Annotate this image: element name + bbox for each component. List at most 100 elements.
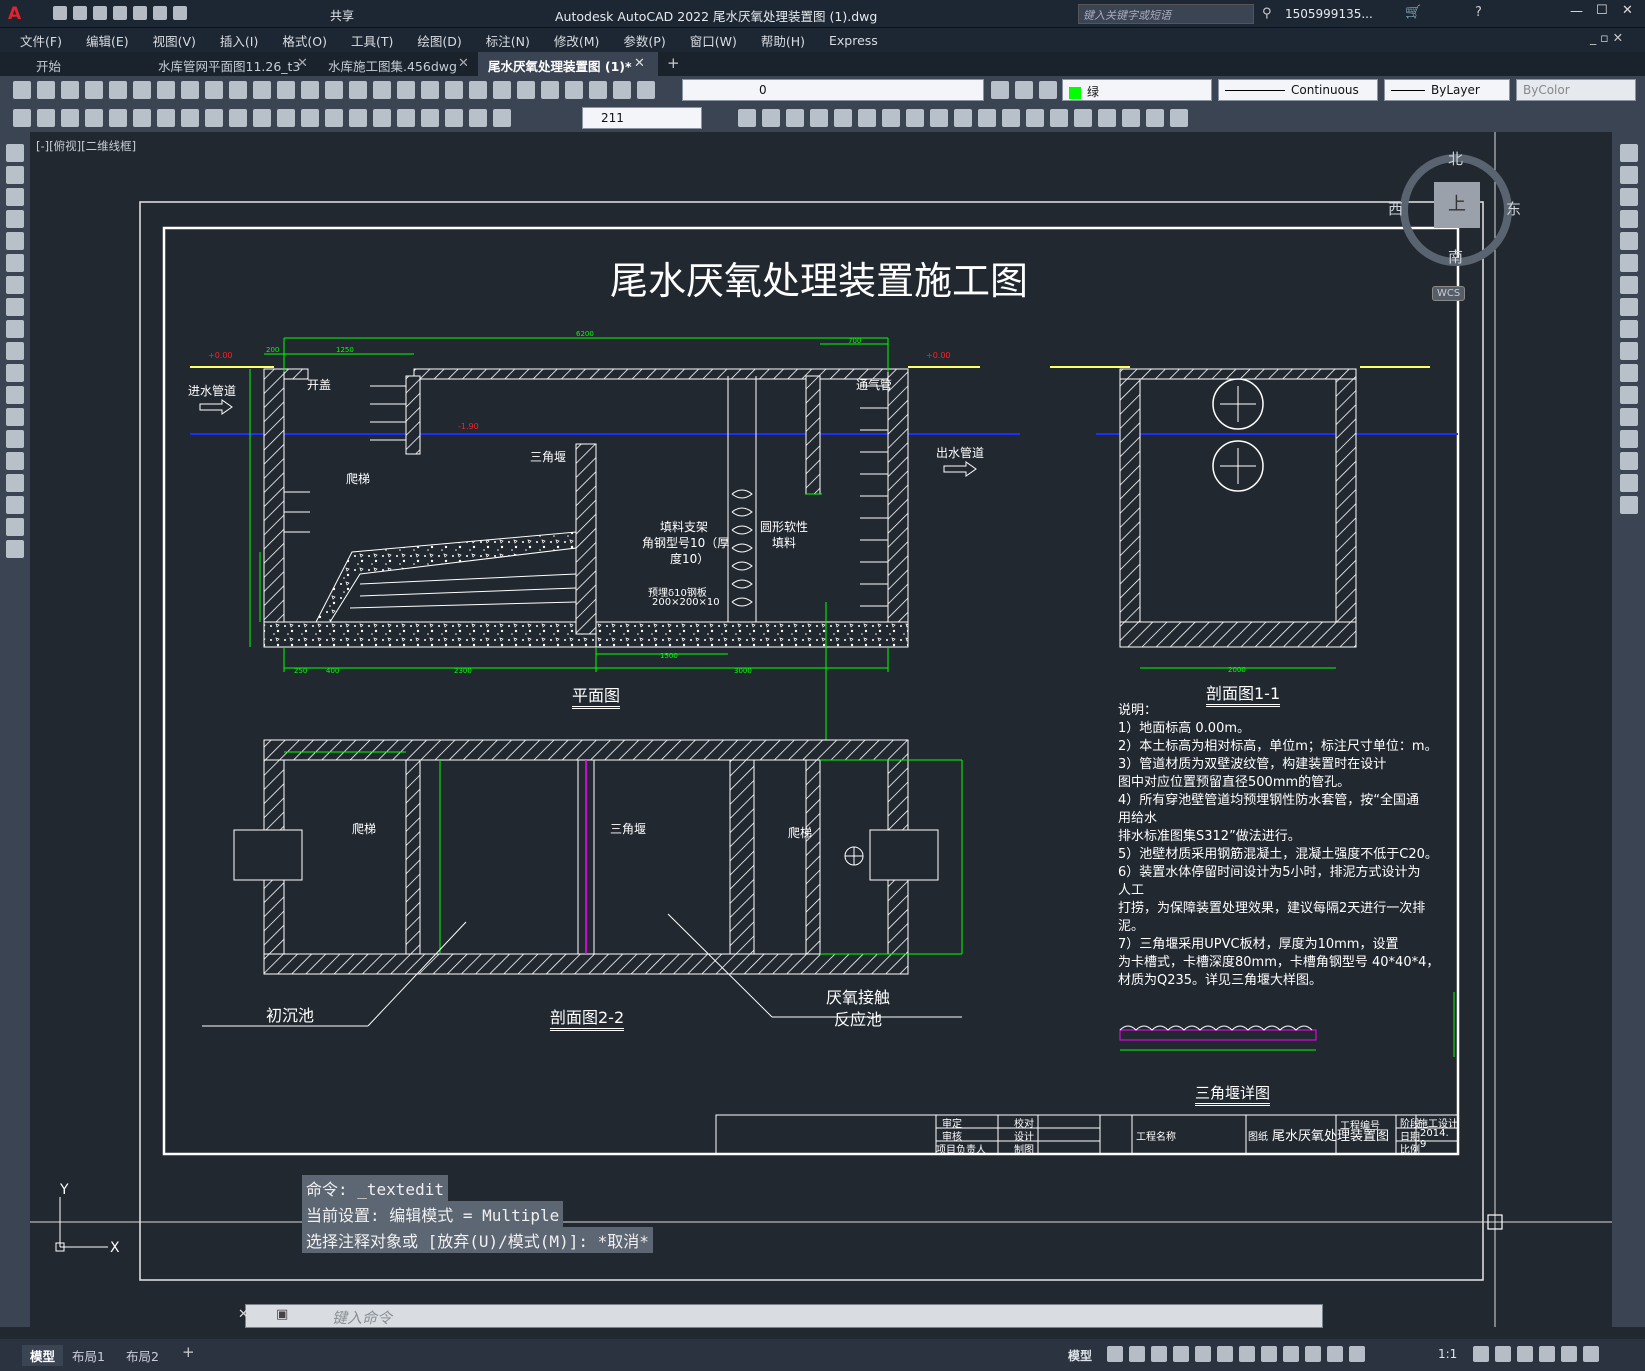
toolbar-icons-3[interactable] bbox=[735, 109, 1191, 131]
dim-total: 6200 bbox=[576, 330, 594, 338]
status-tools[interactable] bbox=[1104, 1346, 1368, 1366]
close-tab-icon[interactable]: ✕ bbox=[458, 56, 469, 71]
minimize-button[interactable]: — bbox=[1570, 4, 1583, 19]
label-filler-support3: 度10） bbox=[670, 552, 710, 566]
viewcube-north[interactable]: 北 bbox=[1448, 148, 1463, 169]
plan-title: 平面图 bbox=[572, 682, 621, 709]
viewcube-east[interactable]: 东 bbox=[1506, 198, 1521, 219]
dim-200: 200 bbox=[266, 346, 280, 354]
user-account[interactable]: 1505999135... bbox=[1285, 7, 1373, 21]
color-dropdown[interactable]: 绿 bbox=[1062, 79, 1212, 101]
window-controls[interactable]: _ ▫ ✕ bbox=[1590, 30, 1623, 45]
model-space-toggle[interactable]: 模型 bbox=[1068, 1347, 1092, 1364]
draw-tools[interactable] bbox=[6, 144, 24, 558]
layout-tab-model[interactable]: 模型 bbox=[22, 1345, 64, 1366]
label-outlet: 出水管道 bbox=[936, 446, 985, 460]
add-layout-icon[interactable]: + bbox=[182, 1343, 195, 1361]
close-icon[interactable]: ✕ bbox=[238, 1307, 249, 1322]
search-icon[interactable]: ⚲ bbox=[1262, 6, 1272, 21]
menu-edit[interactable]: 编辑(E) bbox=[74, 31, 141, 50]
menu-format[interactable]: 格式(O) bbox=[270, 31, 339, 50]
menu-parametric[interactable]: 参数(P) bbox=[611, 31, 677, 50]
plotstyle-dropdown: ByColor bbox=[1516, 79, 1636, 101]
linetype-dropdown[interactable]: Continuous bbox=[1218, 79, 1378, 101]
tab-start[interactable]: 开始 bbox=[26, 52, 71, 76]
dim-250: 250 bbox=[294, 667, 308, 675]
note-line: 6）装置水体停留时间设计为5小时，排泥方式设计为 bbox=[1118, 865, 1421, 880]
autocad-logo-icon[interactable]: A bbox=[8, 4, 21, 24]
annotation-scale[interactable]: 1:1 bbox=[1438, 1347, 1457, 1361]
note-line: 材质为Q235。详见三角堰大样图。 bbox=[1118, 973, 1323, 988]
tab-file-active[interactable]: 尾水厌氧处理装置图 (1)* bbox=[478, 52, 658, 76]
customize-icon[interactable]: ▣ bbox=[276, 1307, 288, 1322]
note-line: 3）管道材质为双壁波纹管，构建装置时在设计 bbox=[1118, 757, 1387, 772]
close-button[interactable]: ✕ bbox=[1622, 3, 1633, 18]
menu-help[interactable]: 帮助(H) bbox=[749, 31, 817, 50]
label-inlet: 进水管道 bbox=[188, 384, 237, 398]
label-ladder2: 爬梯 bbox=[352, 822, 377, 836]
note-line: 用给水 bbox=[1118, 811, 1158, 826]
status-tools-right[interactable] bbox=[1470, 1346, 1602, 1366]
label-soft-filler: 圆形软性 bbox=[760, 520, 809, 534]
toolbar-icons-1[interactable] bbox=[10, 81, 658, 103]
close-tab-icon[interactable]: ✕ bbox=[297, 56, 308, 71]
viewcube-west[interactable]: 西 bbox=[1388, 198, 1403, 219]
dim-2000: 2000 bbox=[1228, 666, 1246, 674]
note-line: 图中对应位置预留直径500mm的管孔。 bbox=[1118, 775, 1351, 790]
layout-tab-1[interactable]: 布局1 bbox=[72, 1346, 105, 1365]
layout-tab-2[interactable]: 布局2 bbox=[126, 1346, 159, 1365]
note-line: 说明： bbox=[1118, 703, 1158, 718]
viewcube[interactable]: 北 南 西 东 上 bbox=[1388, 150, 1521, 267]
dim-400: 400 bbox=[326, 667, 340, 675]
menu-draw[interactable]: 绘图(D) bbox=[405, 31, 473, 50]
lineweight-dropdown[interactable]: ByLayer bbox=[1384, 79, 1510, 101]
menu-insert[interactable]: 插入(I) bbox=[208, 31, 270, 50]
wcs-menu[interactable]: WCS bbox=[1432, 286, 1466, 301]
weir-detail bbox=[1119, 992, 1455, 1057]
new-tab-icon[interactable]: + bbox=[667, 54, 680, 72]
layer-dropdown[interactable]: 0 bbox=[682, 79, 984, 101]
menu-view[interactable]: 视图(V) bbox=[141, 31, 208, 50]
cart-icon[interactable]: 🛒 bbox=[1405, 5, 1421, 20]
tab-file-2[interactable]: 水库施工图集.456dwg bbox=[318, 52, 467, 76]
menu-express[interactable]: Express bbox=[817, 33, 890, 48]
dimscale-dropdown[interactable]: 211 bbox=[582, 107, 702, 129]
drawing-canvas[interactable]: [-][俯视][二维线框] +0.00 +0.00 -1.90 Y X 尾水厌氧… bbox=[30, 132, 1612, 1327]
label-filler-support2: 角钢型号10（厚 bbox=[642, 536, 730, 550]
weir-title: 三角堰详图 bbox=[1195, 1082, 1271, 1106]
close-tab-icon[interactable]: ✕ bbox=[634, 56, 645, 71]
label-weir2: 三角堰 bbox=[610, 822, 647, 836]
viewcube-south[interactable]: 南 bbox=[1448, 246, 1463, 267]
command-input[interactable]: 键入命令 bbox=[332, 1307, 392, 1328]
toolbar-icons-2[interactable] bbox=[10, 109, 514, 131]
command-history-3: 选择注释对象或 [放弃(U)/模式(M)]: *取消* bbox=[302, 1227, 653, 1253]
dim-1500: 1500 bbox=[660, 652, 678, 660]
ucs-icon bbox=[55, 1197, 108, 1252]
viewcube-top[interactable]: 上 bbox=[1434, 182, 1480, 228]
tab-file-1[interactable]: 水库管网平面图11.26_t3 bbox=[148, 52, 310, 76]
dim-1250: 1250 bbox=[336, 346, 354, 354]
menu-modify[interactable]: 修改(M) bbox=[542, 31, 612, 50]
note-line: 排水标准图集S312”做法进行。 bbox=[1118, 829, 1301, 844]
help-icon[interactable]: ? bbox=[1475, 5, 1482, 20]
dim-2300: 2300 bbox=[454, 667, 472, 675]
file-tabs: 开始 水库管网平面图11.26_t3 ✕ 水库施工图集.456dwg ✕ 尾水厌… bbox=[0, 52, 1645, 76]
maximize-button[interactable]: ☐ bbox=[1596, 3, 1608, 18]
ucs-x-label: X bbox=[110, 1240, 120, 1256]
label-cover: 开盖 bbox=[307, 378, 332, 392]
modify-tools[interactable] bbox=[1620, 144, 1638, 514]
share-button[interactable]: 共享 bbox=[330, 7, 354, 24]
menu-dimension[interactable]: 标注(N) bbox=[474, 31, 542, 50]
label-primary-tank: 初沉池 bbox=[266, 1006, 315, 1025]
menu-tools[interactable]: 工具(T) bbox=[339, 31, 405, 50]
search-input[interactable]: 键入关键字或短语 bbox=[1078, 4, 1254, 24]
note-line: 泥。 bbox=[1118, 919, 1145, 934]
window-title: Autodesk AutoCAD 2022 尾水厌氧处理装置图 (1).dwg bbox=[555, 9, 878, 24]
menu-window[interactable]: 窗口(W) bbox=[678, 31, 749, 50]
label-ladder3: 爬梯 bbox=[788, 826, 813, 840]
menu-file[interactable]: 文件(F) bbox=[8, 31, 74, 50]
label-plate2: 200×200×10 bbox=[652, 597, 720, 608]
layer-tools[interactable] bbox=[988, 81, 1060, 103]
quick-access-toolbar[interactable] bbox=[50, 6, 190, 24]
section-1-1 bbox=[1050, 366, 1458, 669]
